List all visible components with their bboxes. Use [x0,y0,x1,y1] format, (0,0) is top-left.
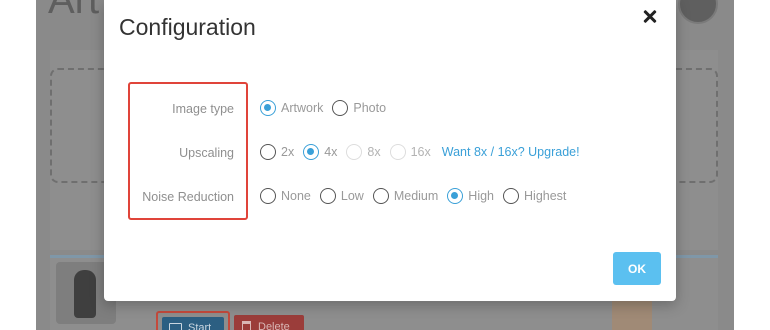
radio-option-high[interactable]: High [447,188,494,204]
option-label: None [281,189,311,203]
noise-reduction-options: None Low Medium High Highest [260,186,575,206]
option-label: Artwork [281,101,324,115]
option-label: Low [340,189,364,203]
avatar [678,0,718,24]
radio-unchecked-icon [503,188,520,204]
page-margin-right [734,0,770,330]
radio-unchecked-icon [372,188,389,204]
radio-unchecked-icon [260,144,276,160]
radio-disabled-icon [389,144,406,160]
image-icon [169,323,182,330]
trash-icon [242,321,251,330]
radio-checked-icon [447,188,464,204]
option-label: 8x [367,145,381,159]
radio-option-highest[interactable]: Highest [503,188,566,204]
radio-option-photo[interactable]: Photo [332,100,386,116]
radio-option-16x: 16x [389,144,431,160]
image-type-options: Artwork Photo [260,98,395,118]
radio-disabled-icon [346,144,363,160]
radio-option-artwork[interactable]: Artwork [260,100,323,116]
radio-option-4x[interactable]: 4x [303,144,337,160]
delete-button[interactable]: Delete [234,315,304,330]
image-type-label: Image type [172,102,234,116]
start-button-label: Start [188,322,212,330]
option-label: High [468,189,495,203]
radio-option-8x: 8x [346,144,381,160]
radio-option-2x[interactable]: 2x [260,144,294,160]
radio-checked-icon [260,100,276,116]
configuration-modal: Configuration Image type Upscaling Noise… [104,0,676,301]
option-label: Photo [353,101,387,115]
upscaling-label: Upscaling [179,146,234,160]
radio-checked-icon [303,144,320,160]
option-label: Highest [524,189,567,203]
start-button[interactable]: Start [162,317,224,330]
delete-button-label: Delete [258,321,290,330]
option-label: 2x [281,145,295,159]
modal-title: Configuration [119,14,256,40]
background-page-title: Art [48,0,100,22]
page-margin-left [0,0,36,330]
option-label: Medium [393,189,439,203]
radio-option-none[interactable]: None [260,188,311,204]
upscaling-options: 2x 4x 8x 16x Want 8x / 16x? Upgrade! [260,142,580,162]
radio-unchecked-icon [260,188,276,204]
close-icon[interactable] [638,4,662,28]
upgrade-link[interactable]: Want 8x / 16x? Upgrade! [442,145,580,159]
thumbnail-figure [74,270,96,318]
option-label: 16x [410,145,431,159]
option-label: 4x [324,145,338,159]
noise-reduction-label: Noise Reduction [142,190,234,204]
radio-option-medium[interactable]: Medium [372,188,439,204]
radio-unchecked-icon [319,188,336,204]
radio-option-low[interactable]: Low [319,188,364,204]
start-button-highlight: Start [156,311,230,330]
ok-button[interactable]: OK [613,252,661,285]
radio-unchecked-icon [332,100,349,116]
